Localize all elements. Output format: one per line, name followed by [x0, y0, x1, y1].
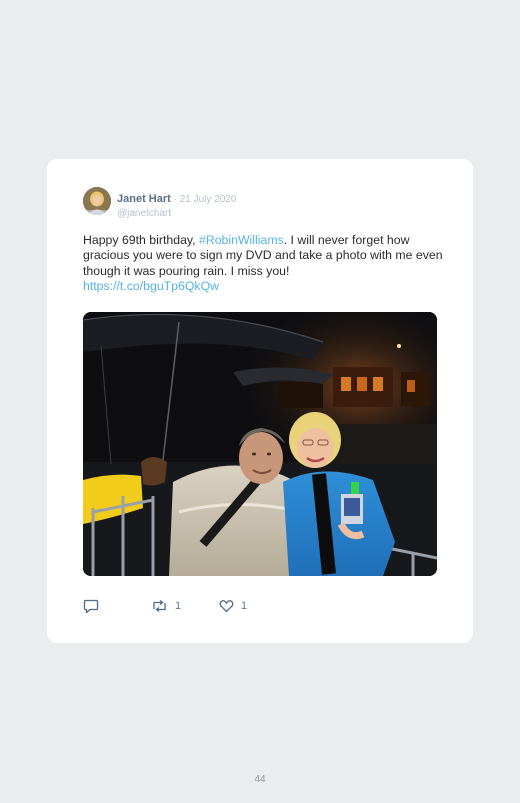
tweet-photo[interactable] [83, 312, 437, 576]
author-name[interactable]: Janet Hart [117, 193, 171, 205]
author-handle[interactable]: @janetchart [117, 208, 236, 219]
tweet-text: Happy 69th birthday, #RobinWilliams. I w… [83, 233, 443, 295]
page-number: 44 [254, 774, 266, 785]
like-action[interactable]: 1 [219, 598, 247, 614]
avatar[interactable] [83, 187, 111, 215]
reply-action[interactable] [83, 598, 106, 614]
tweet-url-link[interactable]: https://t.co/bguTp6QkQw [83, 279, 219, 293]
like-count: 1 [241, 600, 248, 612]
tweet-card: Janet Hart · 21 July 2020 @janetchart Ha… [47, 159, 473, 643]
hashtag-link[interactable]: #RobinWilliams [199, 233, 284, 247]
tweet-date[interactable]: 21 July 2020 [180, 194, 237, 205]
tweet-text-prefix: Happy 69th birthday, [83, 233, 199, 247]
separator-dot: · [170, 194, 180, 205]
retweet-action[interactable]: 1 [151, 598, 181, 614]
retweet-count: 1 [175, 600, 182, 612]
speech-bubble-icon[interactable] [83, 599, 99, 614]
author-meta: Janet Hart · 21 July 2020 @janetchart [117, 189, 236, 219]
heart-icon[interactable] [219, 599, 234, 613]
retweet-arrows-icon[interactable] [151, 599, 168, 613]
